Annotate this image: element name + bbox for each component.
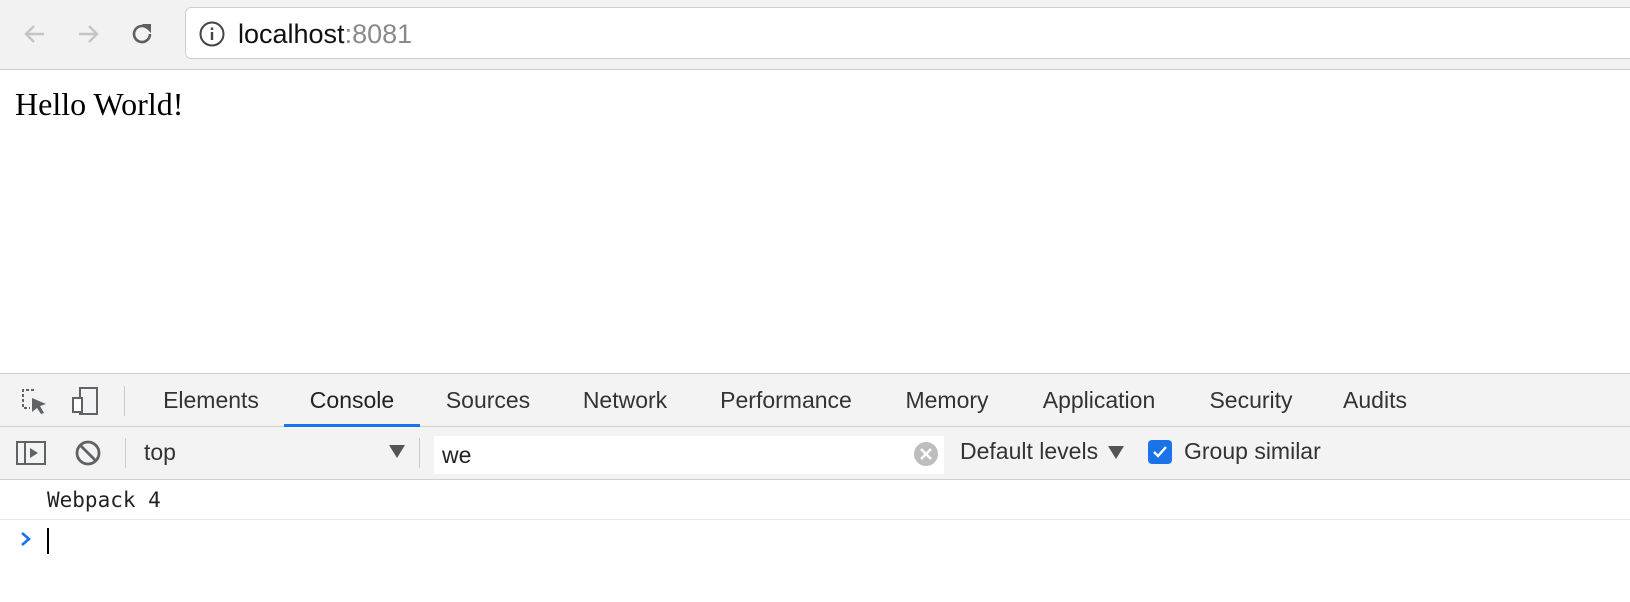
url-text: localhost:8081 (238, 19, 412, 49)
tab-elements[interactable]: Elements (160, 374, 262, 426)
tab-security[interactable]: Security (1206, 374, 1296, 426)
reload-icon (132, 24, 152, 44)
console-message: Webpack 4 (0, 480, 1630, 520)
page-heading: Hello World! (15, 86, 184, 122)
console-filter-input[interactable]: we (434, 436, 944, 474)
context-selector[interactable]: top (143, 436, 405, 470)
dropdown-arrow-icon (389, 445, 405, 458)
url-host: localhost (238, 19, 345, 49)
dropdown-arrow-icon (1108, 446, 1125, 460)
tab-memory[interactable]: Memory (902, 374, 992, 426)
console-prompt[interactable] (0, 520, 1630, 560)
inspect-element-button[interactable] (17, 384, 51, 418)
arrow-right-icon (79, 25, 99, 43)
context-value: top (144, 439, 176, 465)
forward-button[interactable] (70, 16, 106, 52)
cursor-select-icon (22, 389, 46, 414)
tab-console[interactable]: Console (284, 374, 420, 427)
reload-button[interactable] (124, 16, 160, 52)
back-button[interactable] (17, 16, 53, 52)
console-message-text: Webpack 4 (47, 488, 161, 512)
tab-application[interactable]: Application (1038, 374, 1160, 426)
console-toolbar: top we Default levels Group similar (0, 427, 1630, 480)
devtools-tab-bar: Elements Console Sources Network Perform… (0, 374, 1630, 427)
device-toolbar-button[interactable] (68, 384, 102, 418)
group-similar-toggle[interactable]: Group similar (1148, 438, 1321, 465)
sidebar-toggle-icon (16, 441, 46, 465)
device-mobile-icon (72, 387, 98, 415)
toolbar-divider (419, 438, 420, 468)
prompt-chevron-icon (21, 532, 31, 546)
info-icon[interactable] (198, 20, 226, 48)
group-similar-label: Group similar (1184, 438, 1321, 464)
tab-network[interactable]: Network (578, 374, 672, 426)
show-sidebar-button[interactable] (14, 436, 48, 470)
address-bar[interactable]: localhost:8081 (185, 7, 1630, 59)
log-levels-dropdown[interactable]: Default levels (960, 438, 1125, 465)
block-icon (75, 440, 101, 466)
tab-sources[interactable]: Sources (442, 374, 534, 426)
url-port: :8081 (344, 19, 413, 49)
tab-audits[interactable]: Audits (1340, 374, 1410, 426)
filter-value: we (442, 442, 472, 468)
clear-console-button[interactable] (71, 436, 105, 470)
group-similar-checkbox[interactable] (1148, 439, 1172, 464)
toolbar-divider (125, 438, 126, 468)
arrow-left-icon (24, 25, 44, 43)
tab-performance[interactable]: Performance (716, 374, 856, 426)
text-caret (47, 528, 49, 554)
clear-filter-icon[interactable] (912, 440, 940, 468)
browser-toolbar: localhost:8081 (0, 0, 1630, 70)
page-viewport: Hello World! (0, 70, 1630, 373)
toolbar-divider (124, 386, 125, 416)
checkmark-icon (1153, 445, 1167, 458)
devtools-panel: Elements Console Sources Network Perform… (0, 373, 1630, 602)
log-levels-label: Default levels (960, 438, 1099, 464)
